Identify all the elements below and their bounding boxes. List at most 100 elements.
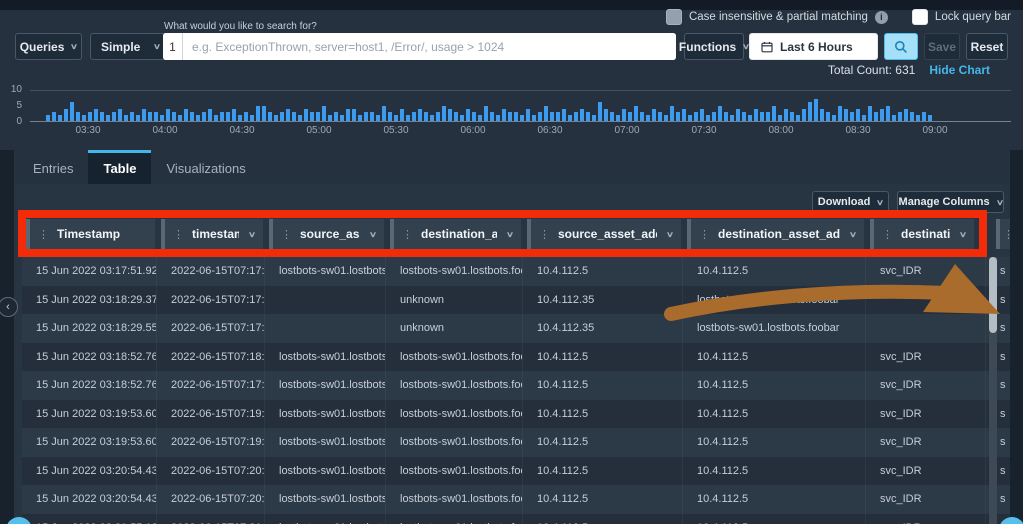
histogram-bar[interactable] bbox=[724, 111, 728, 121]
drag-handle-icon[interactable]: ⋮ bbox=[539, 228, 550, 241]
histogram-bar[interactable] bbox=[850, 111, 854, 121]
histogram-bar[interactable] bbox=[586, 111, 590, 121]
query-mode-select[interactable]: Simple ∨ bbox=[90, 33, 171, 60]
histogram-bar[interactable] bbox=[448, 108, 452, 121]
histogram-bar[interactable] bbox=[280, 111, 284, 121]
histogram-bar[interactable] bbox=[364, 111, 368, 121]
histogram-bar[interactable] bbox=[346, 108, 350, 121]
histogram-bar[interactable] bbox=[520, 114, 524, 121]
histogram-bar[interactable] bbox=[508, 111, 512, 121]
histogram-bar[interactable] bbox=[112, 111, 116, 121]
lock-query-bar-option[interactable]: Lock query bar bbox=[911, 9, 1011, 25]
histogram-bar[interactable] bbox=[388, 111, 392, 121]
column-header-destination_user[interactable]: ⋮ destination_user ∨ bbox=[870, 219, 974, 249]
histogram-bar[interactable] bbox=[310, 111, 314, 121]
histogram-bar[interactable] bbox=[172, 111, 176, 121]
histogram-bar[interactable] bbox=[376, 114, 380, 121]
histogram-bar[interactable] bbox=[610, 111, 614, 121]
chevron-down-icon[interactable]: ∨ bbox=[248, 230, 256, 239]
histogram-bar[interactable] bbox=[436, 111, 440, 121]
histogram-bar[interactable] bbox=[64, 108, 68, 121]
histogram-bar[interactable] bbox=[700, 108, 704, 121]
chevron-down-icon[interactable]: ∨ bbox=[506, 230, 514, 239]
chevron-down-icon[interactable]: ∨ bbox=[666, 230, 674, 239]
drag-handle-icon[interactable]: ⋮ bbox=[402, 228, 413, 241]
histogram-bar[interactable] bbox=[142, 108, 146, 121]
histogram-bar[interactable] bbox=[442, 105, 446, 121]
histogram-bar[interactable] bbox=[160, 114, 164, 121]
histogram-bar[interactable] bbox=[712, 111, 716, 121]
table-row[interactable]: 15 Jun 2022 03:20:54.43 2022-06-15T07:20:… bbox=[22, 456, 1010, 485]
histogram-bar[interactable] bbox=[748, 114, 752, 121]
histogram-bar[interactable] bbox=[604, 108, 608, 121]
column-header-destination_asset[interactable]: ⋮ destination_asset ∨ bbox=[390, 219, 521, 249]
column-header-Timestamp[interactable]: ⋮ Timestamp bbox=[26, 219, 155, 249]
histogram-bar[interactable] bbox=[46, 114, 50, 121]
drag-handle-icon[interactable]: ⋮ bbox=[38, 228, 49, 241]
queries-dropdown-button[interactable]: Queries ∨ bbox=[15, 33, 82, 60]
histogram-bar[interactable] bbox=[412, 111, 416, 121]
histogram-bar[interactable] bbox=[664, 114, 668, 121]
histogram-bar[interactable] bbox=[328, 114, 332, 121]
histogram-bar[interactable] bbox=[472, 111, 476, 121]
column-header-timestamp[interactable]: ⋮ timestamp ∨ bbox=[161, 219, 263, 249]
histogram-bar[interactable] bbox=[652, 108, 656, 121]
case-insensitive-checkbox[interactable] bbox=[665, 9, 682, 25]
histogram-bar[interactable] bbox=[820, 108, 824, 121]
histogram-bar[interactable] bbox=[922, 111, 926, 121]
histogram-bar[interactable] bbox=[232, 108, 236, 121]
histogram-bar[interactable] bbox=[790, 111, 794, 121]
histogram-bar[interactable] bbox=[676, 111, 680, 121]
histogram-bar[interactable] bbox=[424, 111, 428, 121]
histogram-bar[interactable] bbox=[532, 114, 536, 121]
histogram-bar[interactable] bbox=[370, 111, 374, 121]
histogram-bar[interactable] bbox=[580, 108, 584, 121]
histogram-bar[interactable] bbox=[760, 111, 764, 121]
histogram-bar[interactable] bbox=[208, 108, 212, 121]
histogram-bar[interactable] bbox=[916, 114, 920, 121]
histogram-bar[interactable] bbox=[628, 111, 632, 121]
histogram-bar[interactable] bbox=[358, 114, 362, 121]
histogram-bar[interactable] bbox=[556, 111, 560, 121]
histogram-bar[interactable] bbox=[874, 111, 878, 121]
histogram-bar[interactable] bbox=[100, 111, 104, 121]
column-header-source_asset[interactable]: ⋮ source_asset ∨ bbox=[269, 219, 384, 249]
column-header-source_asset_address[interactable]: ⋮ source_asset_address ∨ bbox=[527, 219, 681, 249]
overflow-column-header[interactable]: ⋮ bbox=[996, 219, 1014, 249]
histogram-bar[interactable] bbox=[106, 114, 110, 121]
histogram-bar[interactable] bbox=[340, 114, 344, 121]
histogram-bar[interactable] bbox=[430, 114, 434, 121]
histogram-bar[interactable] bbox=[568, 114, 572, 121]
histogram-bar[interactable] bbox=[256, 105, 260, 121]
histogram-bar[interactable] bbox=[892, 114, 896, 121]
histogram-bar[interactable] bbox=[844, 108, 848, 121]
histogram-bar[interactable] bbox=[136, 114, 140, 121]
histogram-bar[interactable] bbox=[718, 105, 722, 121]
manage-columns-button[interactable]: Manage Columns ∨ bbox=[897, 191, 1004, 213]
histogram-bar[interactable] bbox=[688, 114, 692, 121]
table-row[interactable]: 15 Jun 2022 03:19:53.60 2022-06-15T07:19:… bbox=[22, 428, 1010, 457]
drag-handle-icon[interactable]: ⋮ bbox=[281, 228, 292, 241]
functions-dropdown-button[interactable]: Functions ∨ bbox=[679, 33, 750, 60]
histogram-bar[interactable] bbox=[694, 111, 698, 121]
histogram-bar[interactable] bbox=[538, 111, 542, 121]
histogram-bar[interactable] bbox=[574, 111, 578, 121]
histogram-bar[interactable] bbox=[298, 114, 302, 121]
histogram-bar[interactable] bbox=[334, 111, 338, 121]
histogram-bar[interactable] bbox=[88, 111, 92, 121]
histogram-bar[interactable] bbox=[928, 114, 932, 121]
search-button[interactable] bbox=[884, 33, 918, 60]
reset-button[interactable]: Reset bbox=[966, 33, 1008, 60]
time-range-picker[interactable]: Last 6 Hours bbox=[749, 33, 878, 60]
histogram-bar[interactable] bbox=[118, 108, 122, 121]
histogram-bar[interactable] bbox=[196, 114, 200, 121]
histogram-bar[interactable] bbox=[826, 111, 830, 121]
histogram-bar[interactable] bbox=[634, 105, 638, 121]
histogram-bar[interactable] bbox=[400, 108, 404, 121]
histogram-bar[interactable] bbox=[238, 114, 242, 121]
histogram-bar[interactable] bbox=[646, 114, 650, 121]
column-header-destination_asset_address[interactable]: ⋮ destination_asset_address ∨ bbox=[687, 219, 864, 249]
histogram-bar[interactable] bbox=[202, 111, 206, 121]
table-row[interactable]: 15 Jun 2022 03:19:53.60 2022-06-15T07:19:… bbox=[22, 399, 1010, 428]
tab-entries[interactable]: Entries bbox=[18, 150, 88, 184]
